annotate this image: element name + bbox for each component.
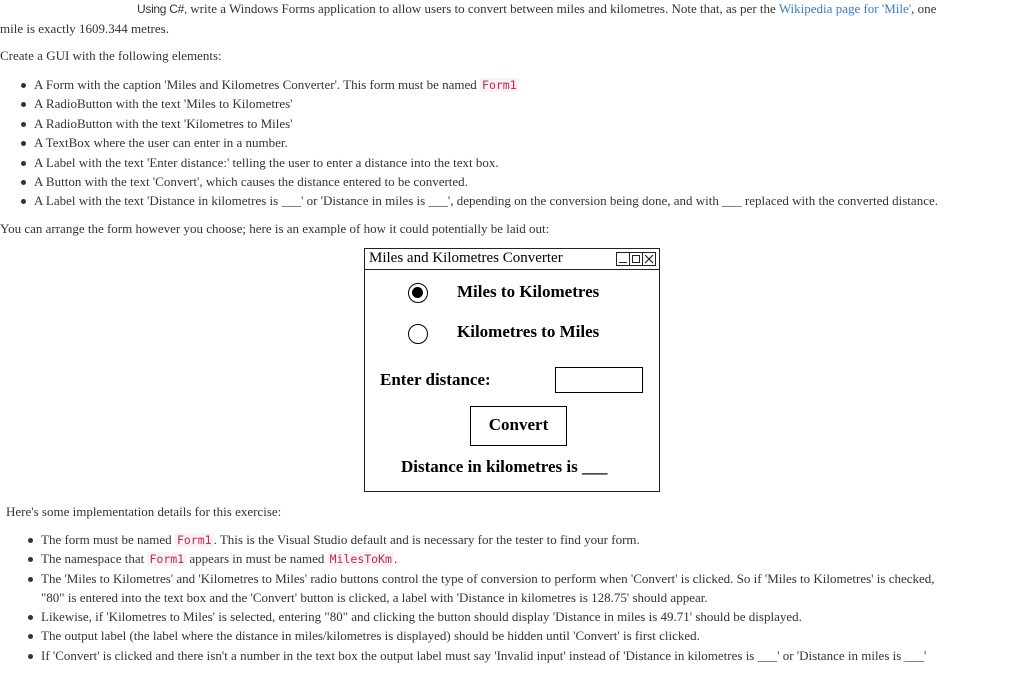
intro-line-1: Using C#, write a Windows Forms applicat… bbox=[137, 1, 936, 17]
close-icon[interactable] bbox=[642, 253, 655, 265]
form-titlebar: Miles and Kilometres Converter bbox=[365, 249, 659, 270]
intro-line-2: mile is exactly 1609.344 metres. bbox=[0, 21, 169, 36]
code-form1: Form1 bbox=[480, 78, 519, 92]
radio-miles-to-km[interactable] bbox=[408, 283, 428, 303]
code-form1: Form1 bbox=[174, 533, 214, 547]
list-item: If 'Convert' is clicked and there isn't … bbox=[28, 646, 935, 665]
list-item: Likewise, if 'Kilometres to Miles' is se… bbox=[28, 607, 935, 626]
code-namespace: MilesToKm bbox=[327, 552, 394, 567]
distance-input[interactable] bbox=[555, 367, 643, 393]
intro-text: write a Windows Forms application to all… bbox=[187, 1, 779, 16]
arrange-text: You can arrange the form however you cho… bbox=[0, 221, 550, 236]
list-item: The namespace that Form1 appears in must… bbox=[28, 549, 935, 568]
enter-distance-label: Enter distance: bbox=[380, 370, 491, 389]
wikipedia-mile-link[interactable]: Wikipedia page for 'Mile' bbox=[779, 1, 911, 16]
intro-text-end: , one bbox=[911, 1, 937, 16]
list-item: The output label (the label where the di… bbox=[28, 626, 935, 645]
window-buttons bbox=[616, 252, 656, 266]
output-label: Distance in kilometres is ___ bbox=[401, 457, 608, 476]
list-item: The 'Miles to Kilometres' and 'Kilometre… bbox=[28, 569, 935, 608]
form-caption: Miles and Kilometres Converter bbox=[369, 250, 563, 266]
impl-heading: Here's some implementation details for t… bbox=[6, 504, 282, 519]
maximize-icon[interactable] bbox=[629, 253, 642, 265]
list-item: A Label with the text 'Enter distance:' … bbox=[21, 153, 938, 172]
create-heading: Create a GUI with the following elements… bbox=[0, 48, 222, 63]
impl-details-list: The form must be named Form1. This is th… bbox=[28, 530, 935, 665]
radio-km-to-miles-label: Kilometres to Miles bbox=[457, 322, 600, 341]
list-item: A Form with the caption 'Miles and Kilom… bbox=[21, 75, 938, 94]
list-item: A RadioButton with the text 'Kilometres … bbox=[21, 114, 938, 133]
list-item: A Button with the text 'Convert', which … bbox=[21, 172, 938, 191]
elements-list: A Form with the caption 'Miles and Kilom… bbox=[21, 75, 938, 211]
list-item: A TextBox where the user can enter in a … bbox=[21, 133, 938, 152]
code-form1: Form1 bbox=[147, 552, 187, 567]
minimize-icon[interactable] bbox=[617, 253, 629, 265]
form-example-window: Miles and Kilometres Converter Miles to … bbox=[364, 248, 660, 492]
radio-km-to-miles[interactable] bbox=[408, 324, 428, 344]
list-item: A Label with the text 'Distance in kilom… bbox=[21, 191, 938, 210]
list-item: A RadioButton with the text 'Miles to Ki… bbox=[21, 94, 938, 113]
convert-button[interactable]: Convert bbox=[470, 406, 567, 446]
list-item: The form must be named Form1. This is th… bbox=[28, 530, 935, 549]
intro-lead: Using C#, bbox=[137, 2, 187, 16]
radio-miles-to-km-label: Miles to Kilometres bbox=[457, 282, 600, 301]
